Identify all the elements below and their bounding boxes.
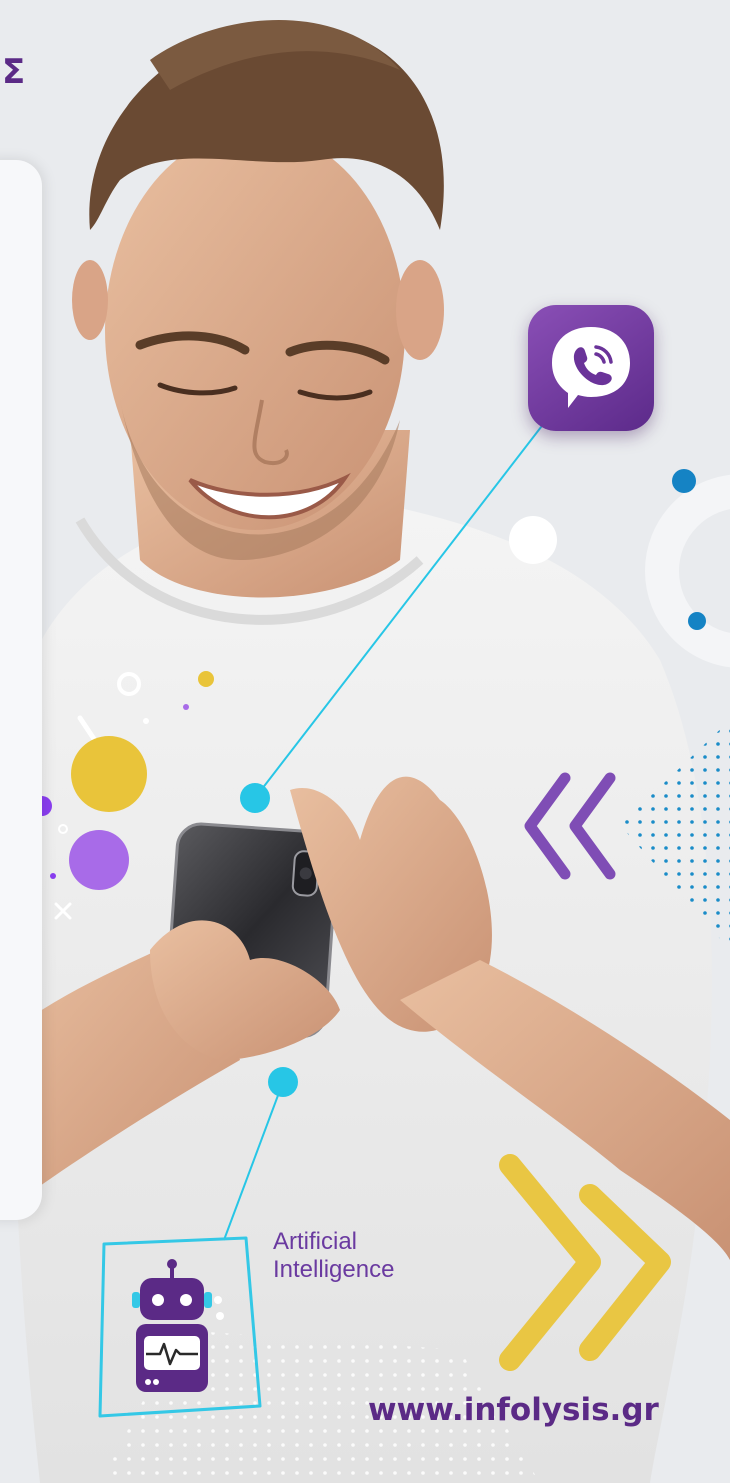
side-panel <box>0 160 42 1220</box>
confetti-yellow-big <box>71 736 147 812</box>
viber-app-icon <box>528 305 654 431</box>
ear-right <box>396 260 444 360</box>
connector-dot-ai <box>268 1067 298 1097</box>
confetti-white-tiny <box>143 718 149 724</box>
confetti-yellow-small <box>198 671 214 687</box>
blue-dot-bottom <box>688 612 706 630</box>
viber-phone-icon <box>552 327 630 408</box>
white-circle <box>509 516 557 564</box>
connector-dot-phone <box>240 783 270 813</box>
confetti-violet-tiny <box>183 704 189 710</box>
ai-label-line2: Intelligence <box>273 1256 395 1283</box>
ai-label-line1: Artificial <box>273 1228 358 1255</box>
blue-dot-top <box>672 469 696 493</box>
ai-label: Artificial Intelligence <box>273 1228 394 1284</box>
heading-fragment: Σ <box>2 52 26 92</box>
ear-left <box>72 260 108 340</box>
confetti-violet-dot <box>50 873 56 879</box>
face <box>105 130 405 530</box>
website-url[interactable]: www.infolysis.gr <box>368 1392 659 1428</box>
confetti-violet-big <box>69 830 129 890</box>
ai-card <box>96 1236 264 1422</box>
robot-icon <box>132 1259 212 1392</box>
